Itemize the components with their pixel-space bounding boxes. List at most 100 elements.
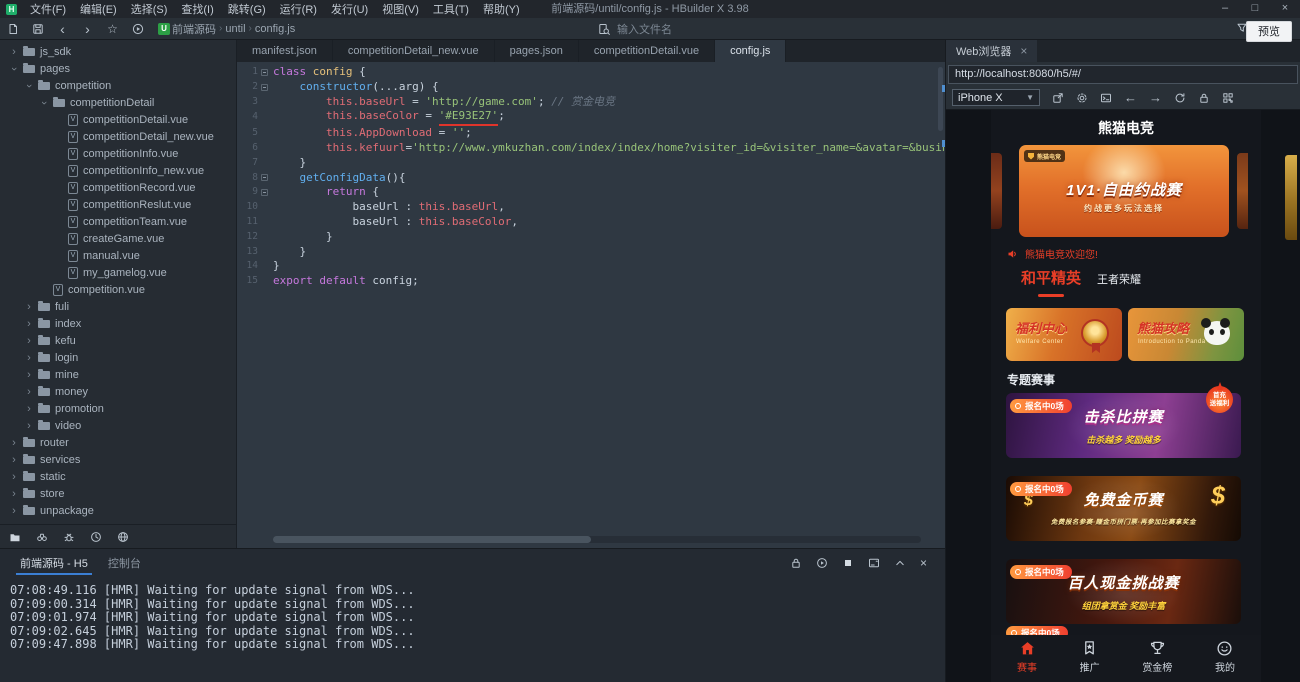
menu-视图[interactable]: 视图(V)	[375, 1, 426, 17]
chevron-right-icon[interactable]: ›	[10, 437, 18, 448]
editor-horizontal-scrollbar[interactable]	[273, 536, 921, 543]
carousel-main-slide[interactable]: 熊猫电竞 1V1·自由约战赛 约战更多玩法选择	[1019, 145, 1229, 237]
event-banner-击杀比拼赛[interactable]: 报名中0场 首充 送福利 击杀比拼赛 击杀越多 奖励越多	[1006, 386, 1241, 458]
menu-工具[interactable]: 工具(T)	[426, 1, 476, 17]
fold-marker-icon[interactable]	[261, 68, 268, 76]
tree-item-competitionReslut.vue[interactable]: VcompetitionReslut.vue	[0, 196, 236, 213]
play-circle-button[interactable]	[816, 557, 828, 569]
tab-heping-jingying[interactable]: 和平精英	[1021, 267, 1081, 288]
forward-button[interactable]: ›	[75, 22, 100, 36]
chevron-right-icon[interactable]: ›	[10, 46, 18, 57]
chevron-right-icon[interactable]: ›	[10, 488, 18, 499]
tree-item-money[interactable]: › money	[0, 383, 236, 400]
close-icon[interactable]: ×	[1020, 44, 1027, 58]
menu-发行[interactable]: 发行(U)	[324, 1, 375, 17]
console-panel-button[interactable]	[868, 557, 880, 569]
tree-item-js_sdk[interactable]: › js_sdk	[0, 43, 236, 60]
arrow-left-button[interactable]: ←	[1124, 91, 1137, 104]
tree-item-competitionInfo.vue[interactable]: VcompetitionInfo.vue	[0, 145, 236, 162]
back-button[interactable]: ‹	[50, 22, 75, 36]
fold-marker-icon[interactable]	[261, 174, 268, 182]
run-button[interactable]	[125, 23, 150, 35]
tree-item-pages[interactable]: › pages	[0, 60, 236, 77]
menu-选择[interactable]: 选择(S)	[124, 1, 175, 17]
tabbar-item-赏金榜[interactable]: 赏金榜	[1142, 640, 1172, 682]
tab-wangzhe-rongyao[interactable]: 王者荣耀	[1097, 271, 1141, 287]
tree-item-video[interactable]: › video	[0, 417, 236, 434]
tree-item-createGame.vue[interactable]: VcreateGame.vue	[0, 230, 236, 247]
arrow-right-button[interactable]: →	[1149, 91, 1162, 104]
tree-item-store[interactable]: › store	[0, 485, 236, 502]
lock-button[interactable]	[1198, 92, 1210, 104]
welfare-center-card[interactable]: 福利中心 Welfare Center	[1006, 308, 1122, 361]
preview-button[interactable]: 预览	[1246, 21, 1292, 42]
carousel-prev-slide[interactable]	[991, 153, 1002, 229]
url-input[interactable]	[948, 64, 1298, 84]
lock-button[interactable]	[790, 557, 802, 569]
chevron-right-icon[interactable]: ›	[25, 352, 33, 363]
bug-button[interactable]	[63, 531, 75, 543]
globe-button[interactable]	[117, 531, 129, 543]
tree-item-manual.vue[interactable]: Vmanual.vue	[0, 247, 236, 264]
chevron-down-icon[interactable]: ›	[23, 82, 35, 90]
chevron-right-icon[interactable]: ›	[25, 369, 33, 380]
menu-查找[interactable]: 查找(I)	[174, 1, 220, 17]
tree-item-login[interactable]: › login	[0, 349, 236, 366]
open-external-button[interactable]	[1052, 92, 1064, 104]
tree-item-static[interactable]: › static	[0, 468, 236, 485]
device-select[interactable]: iPhone X ▼	[952, 89, 1040, 106]
menu-编辑[interactable]: 编辑(E)	[73, 1, 124, 17]
code-editor[interactable]: 1 class config {2 constructor (...arg) {3 …	[237, 62, 945, 548]
panda-guide-card[interactable]: 熊猫攻略 Introduction to Panda	[1128, 308, 1244, 361]
close-button[interactable]: ×	[920, 557, 927, 569]
chevron-up-button[interactable]	[894, 557, 906, 569]
fold-marker-icon[interactable]	[261, 83, 268, 91]
files-button[interactable]	[9, 531, 21, 543]
chevron-right-icon[interactable]: ›	[25, 386, 33, 397]
editor-tab-config.js[interactable]: config.js	[715, 40, 787, 62]
menu-跳转[interactable]: 跳转(G)	[221, 1, 273, 17]
new-file-button[interactable]	[0, 23, 25, 35]
event-banner-免费金币赛[interactable]: $ $ 报名中0场 免费金币赛 免费报名参赛·赚金币拼门票·再参加比赛拿奖金	[1006, 476, 1241, 541]
chevron-right-icon[interactable]: ›	[25, 301, 33, 312]
tree-item-mine[interactable]: › mine	[0, 366, 236, 383]
qr-code-button[interactable]	[1222, 92, 1234, 104]
chevron-right-icon[interactable]: ›	[25, 403, 33, 414]
tree-item-router[interactable]: › router	[0, 434, 236, 451]
tree-item-index[interactable]: › index	[0, 315, 236, 332]
tree-item-fuli[interactable]: › fuli	[0, 298, 236, 315]
editor-tab-pages.json[interactable]: pages.json	[495, 40, 579, 62]
event-banner-百人现金挑战赛[interactable]: 报名中0场 百人现金挑战赛 组团拿赏金 奖励丰富	[1006, 559, 1241, 624]
tabbar-item-我的[interactable]: 我的	[1215, 640, 1235, 682]
tree-item-competitionInfo_new.vue[interactable]: VcompetitionInfo_new.vue	[0, 162, 236, 179]
gear-button[interactable]	[1076, 92, 1088, 104]
chevron-down-icon[interactable]: ›	[38, 99, 50, 107]
save-button[interactable]	[25, 23, 50, 35]
chevron-right-icon[interactable]: ›	[10, 454, 18, 465]
tree-item-promotion[interactable]: › promotion	[0, 400, 236, 417]
carousel-next-slide[interactable]	[1237, 153, 1248, 229]
tabbar-item-推广[interactable]: 推广	[1080, 640, 1100, 682]
menu-文件[interactable]: 文件(F)	[23, 1, 73, 17]
minimize-button[interactable]: –	[1210, 0, 1240, 18]
maximize-button[interactable]: □	[1240, 0, 1270, 18]
browser-tab[interactable]: Web浏览器 ×	[946, 40, 1038, 62]
chevron-right-icon[interactable]: ›	[25, 335, 33, 346]
stop-button[interactable]	[842, 557, 854, 569]
clock-button[interactable]	[90, 531, 102, 543]
console-tab-前端源码 - H5[interactable]: 前端源码 - H5	[10, 549, 98, 577]
tree-item-competitionDetail[interactable]: › competitionDetail	[0, 94, 236, 111]
tabbar-item-赛事[interactable]: 赛事	[1017, 640, 1037, 682]
tree-item-competitionDetail.vue[interactable]: VcompetitionDetail.vue	[0, 111, 236, 128]
refresh-button[interactable]	[1174, 92, 1186, 104]
chevron-down-icon[interactable]: ›	[8, 65, 20, 73]
tree-item-competitionTeam.vue[interactable]: VcompetitionTeam.vue	[0, 213, 236, 230]
devtools-button[interactable]	[1100, 92, 1112, 104]
tree-item-unpackage[interactable]: › unpackage	[0, 502, 236, 519]
tree-item-services[interactable]: › services	[0, 451, 236, 468]
menu-帮助[interactable]: 帮助(Y)	[476, 1, 527, 17]
tree-item-my_gamelog.vue[interactable]: Vmy_gamelog.vue	[0, 264, 236, 281]
tree-item-competition.vue[interactable]: Vcompetition.vue	[0, 281, 236, 298]
breadcrumb-project[interactable]: 前端源码	[172, 21, 216, 37]
breadcrumb-file[interactable]: config.js	[255, 23, 295, 35]
